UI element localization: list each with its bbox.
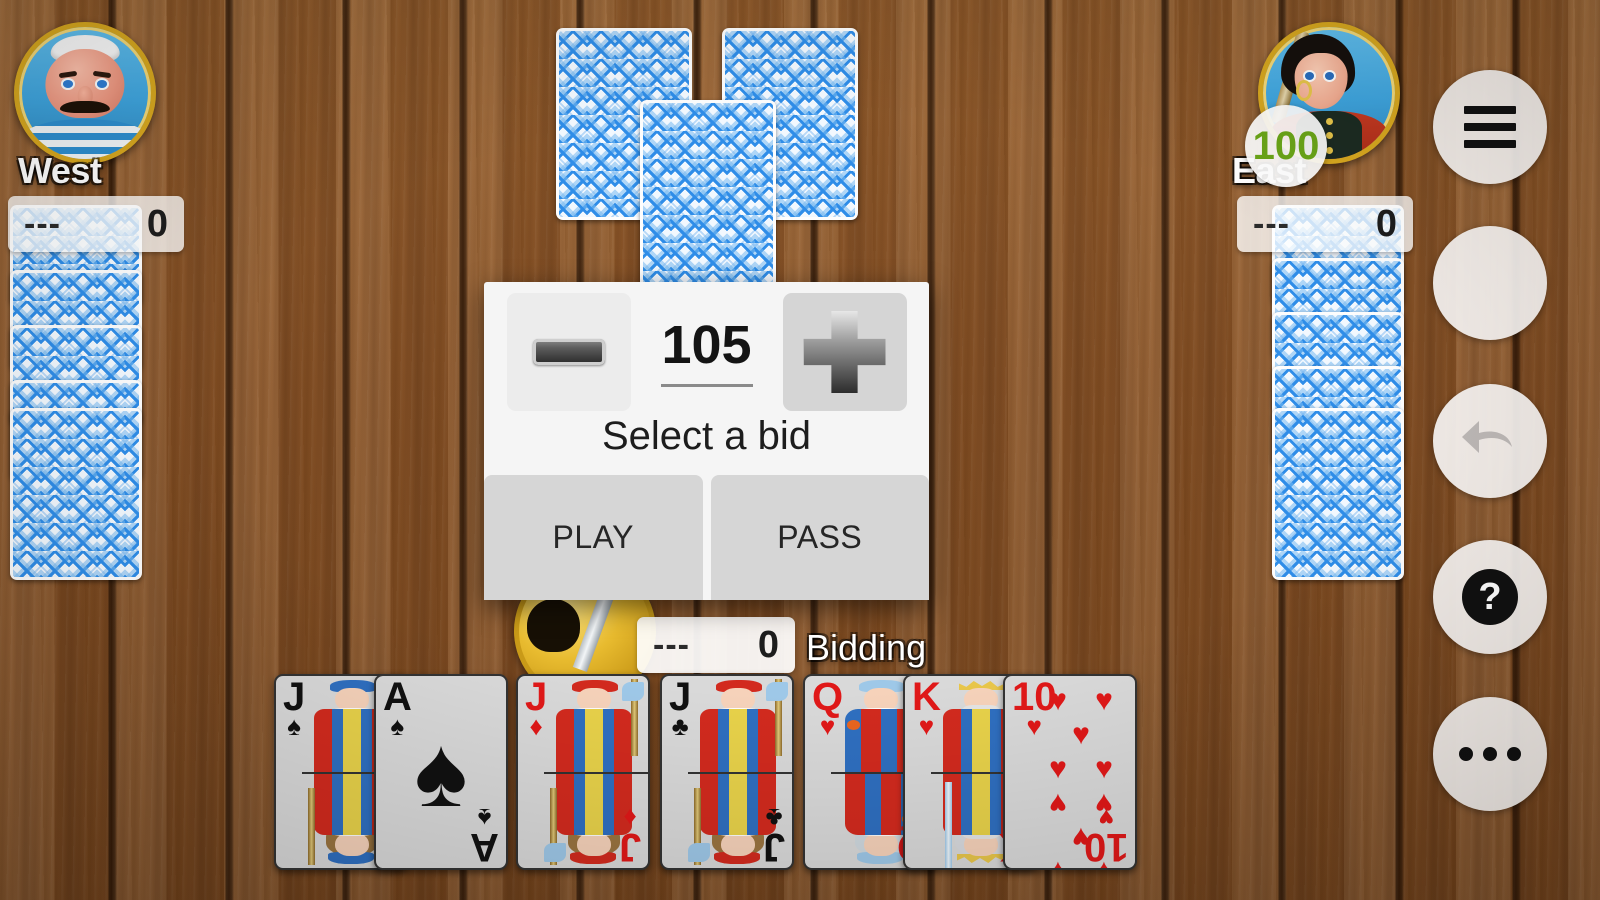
hand-card-1-suit: ♠ <box>390 711 405 742</box>
hand-card-3-suit-br: ♣ <box>765 802 783 833</box>
hand-card-2[interactable]: J ♦ J ♦ <box>516 674 650 870</box>
undo-icon <box>1462 421 1512 453</box>
hand-card-6-corner-br: 10 ♥ <box>1083 802 1129 869</box>
hand-card-2-rank-br: J <box>618 825 641 869</box>
west-card-back-5 <box>10 408 142 580</box>
help-button[interactable]: ? <box>1433 540 1547 654</box>
hand-card-6-rank: 10 <box>1012 675 1057 719</box>
pirate-button-3 <box>1326 146 1333 154</box>
west-bid-value: --- <box>24 204 61 243</box>
hand-card-5-rank: K <box>912 675 941 719</box>
west-score-value: 0 <box>146 202 168 245</box>
gold-emblem-icon <box>526 599 580 653</box>
hand-card-4-corner: Q ♥ <box>812 675 844 742</box>
hamburger-icon <box>1464 106 1516 148</box>
hand-card-1[interactable]: ♠ A ♠ A ♠ <box>374 674 508 870</box>
plus-icon <box>803 311 886 393</box>
hand-card-0-corner: J ♠ <box>283 675 306 742</box>
menu-button[interactable] <box>1433 70 1547 184</box>
hand-card-6-suit-br: ♥ <box>1098 802 1114 833</box>
sailor-mustache-icon <box>59 100 111 113</box>
bid-dialog-actions: PLAY PASS <box>484 475 929 600</box>
center-card-back-middle <box>640 100 776 292</box>
sailor-eye-left <box>62 79 74 88</box>
hand-card-5-corner: K ♥ <box>912 675 941 742</box>
bid-value-text: 105 <box>661 314 752 375</box>
game-table: West --- 0 East 100 --- 0 --- 0 Bidding <box>0 0 1600 900</box>
bid-decrease-button[interactable] <box>506 293 631 411</box>
hand-card-2-rank: J <box>525 675 548 719</box>
hand-card-3-corner: J ♣ <box>669 675 692 742</box>
west-avatar <box>14 22 156 164</box>
pip: ♥ <box>1095 752 1113 785</box>
blank-button[interactable] <box>1433 226 1547 340</box>
sailor-eye-right <box>96 79 108 88</box>
hand-card-2-corner: J ♦ <box>525 675 548 742</box>
bid-value-field[interactable]: 105 <box>653 318 761 387</box>
more-button[interactable] <box>1433 697 1547 811</box>
bid-stepper: 105 <box>484 292 929 412</box>
hand-card-4-rank: Q <box>812 675 844 719</box>
pirate-eye-right <box>1325 71 1335 80</box>
hand-card-1-corner: A ♠ <box>383 675 412 742</box>
hand-card-3-rank-br: J <box>762 825 785 869</box>
bid-dialog-title: Select a bid <box>601 414 812 458</box>
play-button[interactable]: PLAY <box>484 475 703 600</box>
bid-value-underline <box>660 383 753 387</box>
hand-card-6-corner: 10 ♥ <box>1012 675 1057 742</box>
undo-button[interactable] <box>1433 384 1547 498</box>
status-label: Bidding <box>806 627 927 668</box>
hand-card-2-corner-br: J ♦ <box>618 802 641 869</box>
hand-card-6[interactable]: ♥ ♥ ♥ ♥ ♥ ♥ ♥ ♥ ♥ ♥ 10 ♥ 10 ♥ <box>1003 674 1137 870</box>
east-bid-value: --- <box>1253 204 1290 243</box>
south-bid-value: --- <box>653 625 690 664</box>
hand-card-1-suit-br: ♠ <box>477 802 492 833</box>
west-seat-label: West <box>18 150 102 191</box>
west-score-panel: --- 0 <box>8 196 184 252</box>
hand-card-1-rank: A <box>383 675 412 719</box>
pip: ♥ <box>1095 684 1113 717</box>
hand-card-3-corner-br: J ♣ <box>762 802 785 869</box>
east-bid-bubble: 100 <box>1245 105 1327 187</box>
hand-card-6-rank-br: 10 <box>1083 825 1129 869</box>
pass-button[interactable]: PASS <box>710 475 929 600</box>
hand-card-1-corner-br: A ♠ <box>470 802 499 869</box>
hand-card-0-rank: J <box>283 675 306 719</box>
hand-card-3-suit: ♣ <box>671 711 689 742</box>
ellipsis-icon <box>1459 747 1521 761</box>
pirate-earring-icon <box>1296 79 1312 101</box>
east-score-panel: --- 0 <box>1237 196 1413 252</box>
hand-card-3[interactable]: J ♣ J ♣ <box>660 674 794 870</box>
hand-card-2-suit-br: ♦ <box>623 802 637 833</box>
east-score-value: 0 <box>1375 202 1397 245</box>
hand-card-3-rank: J <box>669 675 692 719</box>
bid-increase-button[interactable] <box>782 293 907 411</box>
minus-icon <box>532 339 605 365</box>
south-score-value: 0 <box>757 623 779 666</box>
hand-card-5-suit: ♥ <box>918 711 935 742</box>
hand-card-0-suit: ♠ <box>287 711 302 742</box>
bid-dialog: 105 Select a bid PLAY PASS <box>484 282 929 600</box>
pip: ♥ <box>1049 854 1067 868</box>
hand-card-1-rank-br: A <box>470 825 499 869</box>
east-card-back-5 <box>1272 408 1404 580</box>
pirate-button-1 <box>1326 117 1333 125</box>
hand-card-6-suit: ♥ <box>1026 711 1042 742</box>
question-icon: ? <box>1462 569 1518 625</box>
pip: ♥ <box>1049 787 1067 820</box>
hand-card-2-suit: ♦ <box>529 711 543 742</box>
pip: ♥ <box>1049 752 1067 785</box>
hand-card-4-suit: ♥ <box>819 711 836 742</box>
pip: ♥ <box>1072 718 1090 751</box>
south-score-panel: --- 0 <box>637 617 795 673</box>
